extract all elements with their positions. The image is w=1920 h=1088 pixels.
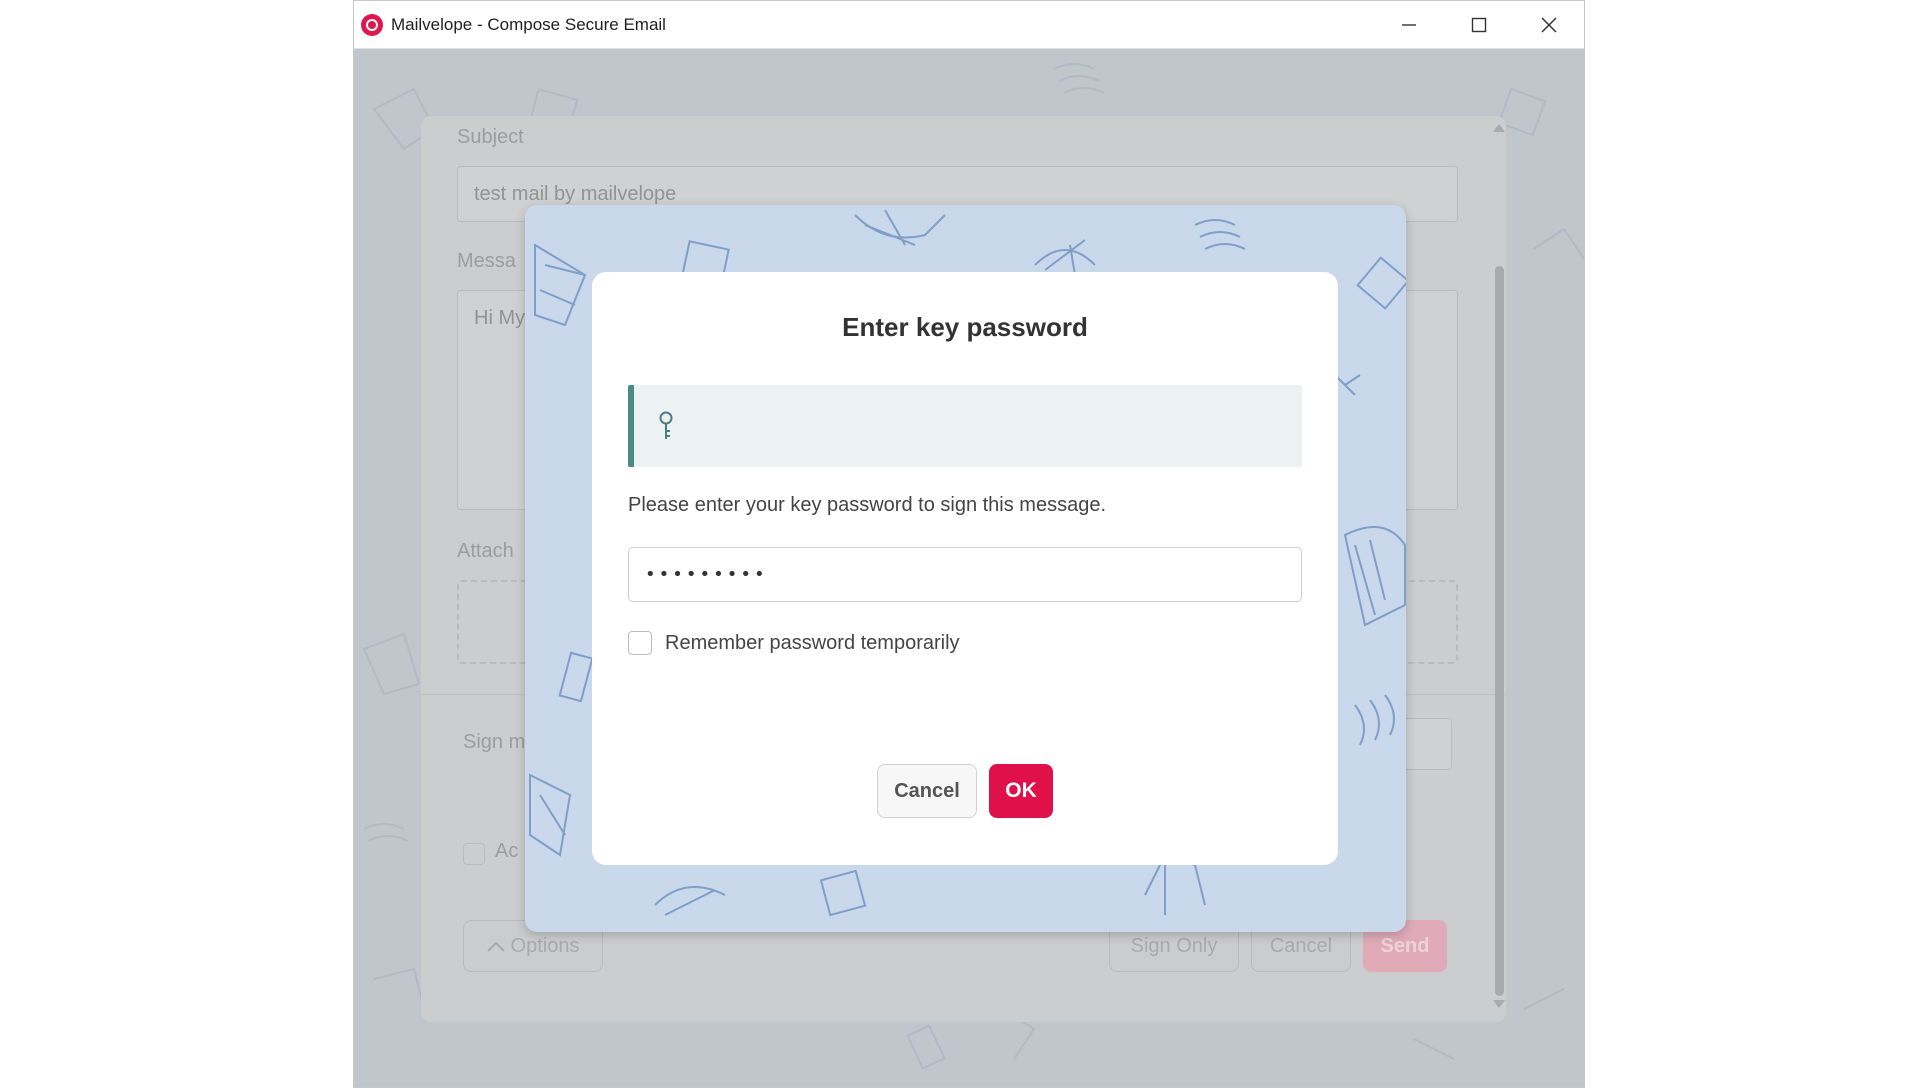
maximize-button[interactable] xyxy=(1444,1,1514,48)
window-controls xyxy=(1374,1,1584,48)
minimize-button[interactable] xyxy=(1374,1,1444,48)
remember-password-label[interactable]: Remember password temporarily xyxy=(665,632,960,655)
password-dialog-backdrop: Enter key password Please enter your key… xyxy=(525,205,1406,932)
remember-password-checkbox[interactable] xyxy=(628,631,652,655)
window-title: Mailvelope - Compose Secure Email xyxy=(391,14,666,34)
password-input[interactable] xyxy=(628,547,1302,602)
close-icon xyxy=(1541,16,1557,33)
dialog-ok-button[interactable]: OK xyxy=(989,764,1053,818)
close-button[interactable] xyxy=(1514,1,1584,48)
mailvelope-logo-icon xyxy=(361,13,383,36)
dialog-title: Enter key password xyxy=(842,312,1088,342)
title-bar: Mailvelope - Compose Secure Email xyxy=(354,1,1584,49)
dialog-cancel-button[interactable]: Cancel xyxy=(877,764,977,818)
app-window: Mailvelope - Compose Secure Email Subjec… xyxy=(353,0,1585,1088)
key-icon xyxy=(659,411,673,439)
minimize-icon xyxy=(1402,23,1416,26)
dialog-prompt: Please enter your key password to sign t… xyxy=(628,494,1107,516)
key-info-box xyxy=(628,385,1302,467)
password-dialog: Enter key password Please enter your key… xyxy=(592,272,1338,865)
window-content: Subject test mail by mailvelope Messa Hi… xyxy=(354,49,1584,1087)
remember-password-row[interactable]: Remember password temporarily xyxy=(628,631,960,655)
maximize-icon xyxy=(1471,17,1487,32)
